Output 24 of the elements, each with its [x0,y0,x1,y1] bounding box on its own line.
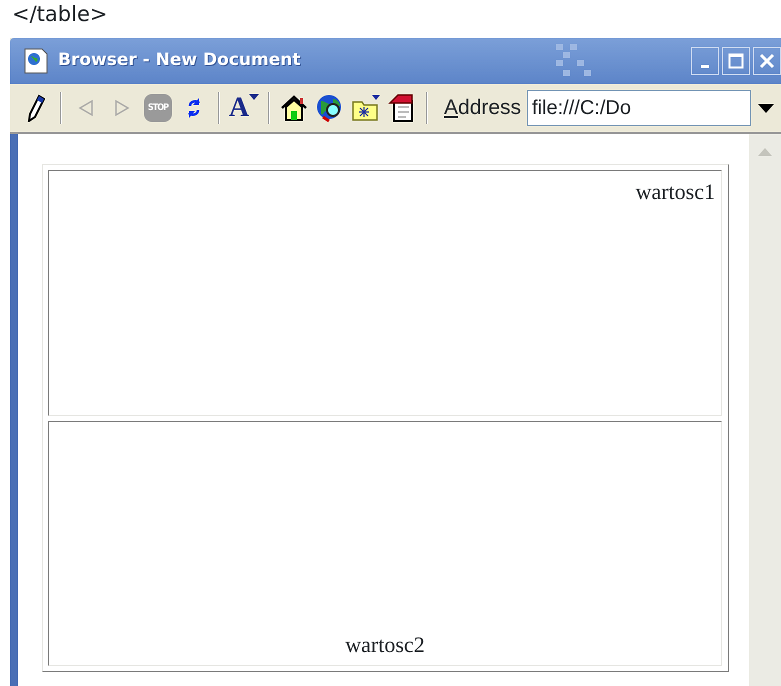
minimize-icon [701,64,709,68]
house-icon [280,94,308,122]
refresh-icon [187,96,201,120]
forward-icon [114,99,130,117]
window-title: Browser - New Document [58,49,300,72]
maximize-button[interactable] [722,47,750,75]
back-icon [78,99,94,117]
table-cell: wartosc2 [48,420,722,666]
caption-text: </table> [12,2,108,26]
page-icon [24,48,48,74]
folder-icon [351,93,381,123]
scrollbar[interactable] [749,134,781,686]
notepad-icon [388,93,416,123]
close-button[interactable] [753,47,781,75]
maximize-icon [728,53,744,69]
pencil-icon [27,94,45,122]
close-icon [759,53,775,69]
caret-icon [758,104,774,112]
address-label: Address [444,95,522,122]
minimize-button[interactable] [691,47,719,75]
font-size-button[interactable]: A [226,90,262,126]
table-cell: wartosc1 [48,170,722,416]
caret-icon [249,94,260,100]
address-field[interactable]: file:///C:/Do [527,90,751,126]
